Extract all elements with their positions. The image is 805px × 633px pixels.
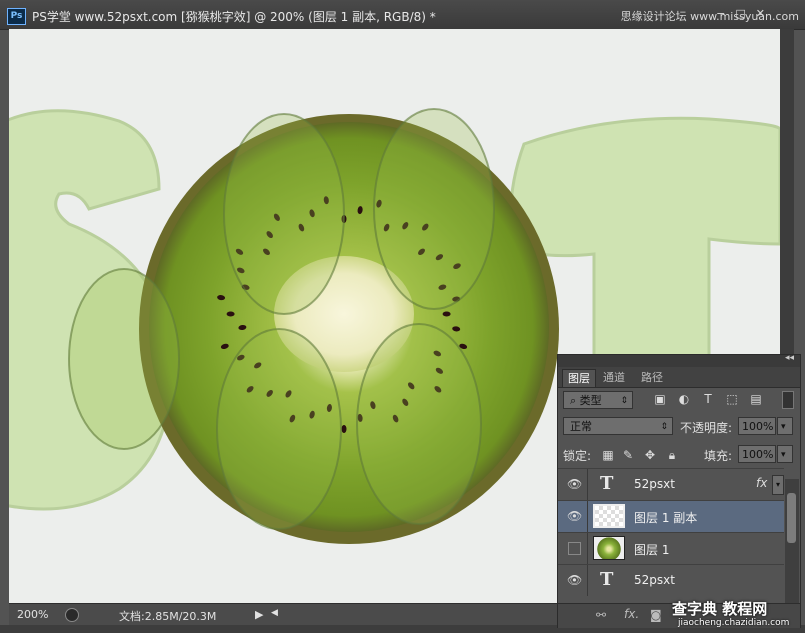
image-filter-icon[interactable]: ▣ [652, 391, 668, 407]
layer-name[interactable]: 52psxt [634, 573, 675, 587]
lock-all-icon[interactable]: 🔒︎ [664, 447, 680, 463]
kiwi-seed [341, 425, 347, 433]
row-separator [587, 565, 588, 596]
opacity-dropdown-icon[interactable]: ▾ [777, 417, 793, 435]
bottom-watermark: 查字典 教程网 [672, 600, 768, 618]
chevron-icon: ⇕ [620, 396, 628, 406]
lock-transparency-icon[interactable]: ▦ [600, 447, 616, 463]
text-layer-icon: T [600, 569, 614, 590]
petal-top-left [223, 113, 345, 315]
status-bar: 200% 文档:2.85M/20.3M ▶ ◀ [9, 603, 559, 626]
row-separator [587, 501, 588, 532]
search-icon: ⌕ [570, 394, 580, 407]
layer-row-text-top[interactable]: 👁︎ T 52psxt fx ▾ [558, 468, 784, 500]
chevron-icon: ⇕ [660, 422, 668, 432]
kiwi-seed [226, 311, 235, 317]
blend-mode-select[interactable]: 正常 ⇕ [563, 417, 673, 435]
layers-scrollbar[interactable] [785, 479, 799, 603]
layer-thumbnail [593, 504, 625, 528]
scrollbar-thumb[interactable] [787, 493, 796, 543]
document-size: 文档:2.85M/20.3M [119, 610, 217, 623]
petal-bottom-right [356, 323, 482, 525]
fx-icon[interactable]: fx [756, 476, 767, 490]
layer-name[interactable]: 图层 1 副本 [634, 509, 697, 526]
petal-left [68, 268, 180, 450]
panel-tabs: 图层 通道 路径 [558, 367, 800, 388]
shape-filter-icon[interactable]: ⬚ [724, 391, 740, 407]
petal-top-right [373, 108, 495, 310]
layer-row-copy[interactable]: 👁︎ 图层 1 副本 [558, 500, 784, 532]
tab-layers[interactable]: 图层 [562, 369, 596, 387]
fx-icon[interactable]: fx. [624, 607, 639, 621]
kiwi-seed [442, 311, 451, 317]
tab-channels[interactable]: 通道 [598, 369, 630, 386]
bottom-watermark-url: jiaocheng.chazidian.com [678, 618, 790, 628]
visibility-toggle-empty[interactable] [568, 542, 581, 555]
visibility-eye-icon[interactable]: 👁︎ [567, 478, 582, 490]
filter-label: 类型 [579, 394, 602, 407]
document-title-bar: Ps PS学堂 www.52psxt.com [猕猴桃字效] @ 200% (图… [0, 0, 805, 30]
layer-name[interactable]: 图层 1 [634, 541, 669, 558]
opacity-label: 不透明度: [680, 421, 733, 435]
adjustment-filter-icon[interactable]: ◐ [676, 391, 692, 407]
fill-input[interactable]: 100% [738, 445, 776, 463]
fill-dropdown-icon[interactable]: ▾ [777, 445, 793, 463]
zoom-level[interactable]: 200% [17, 608, 48, 621]
smart-object-filter-icon[interactable]: ▤ [748, 391, 764, 407]
document-title: PS学堂 www.52psxt.com [猕猴桃字效] @ 200% (图层 1… [32, 10, 436, 24]
collapse-icon[interactable]: ◂◂ [785, 353, 794, 363]
status-info-icon[interactable] [65, 608, 79, 622]
fill-label: 填充: [704, 449, 733, 463]
layer-row-image[interactable]: 图层 1 [558, 532, 784, 564]
layer-thumbnail [593, 536, 625, 560]
opacity-input[interactable]: 100% [738, 417, 776, 435]
panel-header: ◂◂ [558, 353, 800, 367]
blend-mode-value: 正常 [570, 420, 592, 433]
site-watermark: 思缘设计论坛 www.missyuan.com [620, 10, 799, 23]
row-separator [587, 469, 588, 500]
tab-paths[interactable]: 路径 [636, 369, 668, 386]
lock-position-icon[interactable]: ✥ [642, 447, 658, 463]
petal-bottom-left [216, 328, 342, 530]
visibility-eye-icon[interactable]: 👁︎ [567, 574, 582, 586]
mask-icon[interactable]: ◙ [650, 608, 662, 622]
layer-filter-select[interactable]: ⌕ 类型 ⇕ [563, 391, 633, 409]
visibility-eye-icon[interactable]: 👁︎ [567, 510, 582, 522]
layer-name[interactable]: 52psxt [634, 477, 675, 491]
scroll-left-arrow-icon[interactable]: ◀ [271, 608, 278, 618]
status-menu-arrow-icon[interactable]: ▶ [255, 608, 263, 621]
text-layer-icon: T [600, 473, 614, 494]
layers-panel: ◂◂ 图层 通道 路径 ⌕ 类型 ⇕ ▣ ◐ T ⬚ ▤ 正常 ⇕ 不透明度: 10… [557, 353, 801, 628]
row-separator [587, 533, 588, 564]
lock-label: 锁定: [563, 449, 592, 463]
photoshop-logo-icon: Ps [7, 8, 26, 25]
lock-pixels-icon[interactable]: ✎ [620, 447, 636, 463]
link-icon[interactable]: ⚯ [596, 608, 606, 622]
type-filter-icon[interactable]: T [700, 391, 716, 407]
filter-toggle[interactable] [782, 391, 794, 409]
effects-expand-icon[interactable]: ▾ [772, 475, 784, 495]
